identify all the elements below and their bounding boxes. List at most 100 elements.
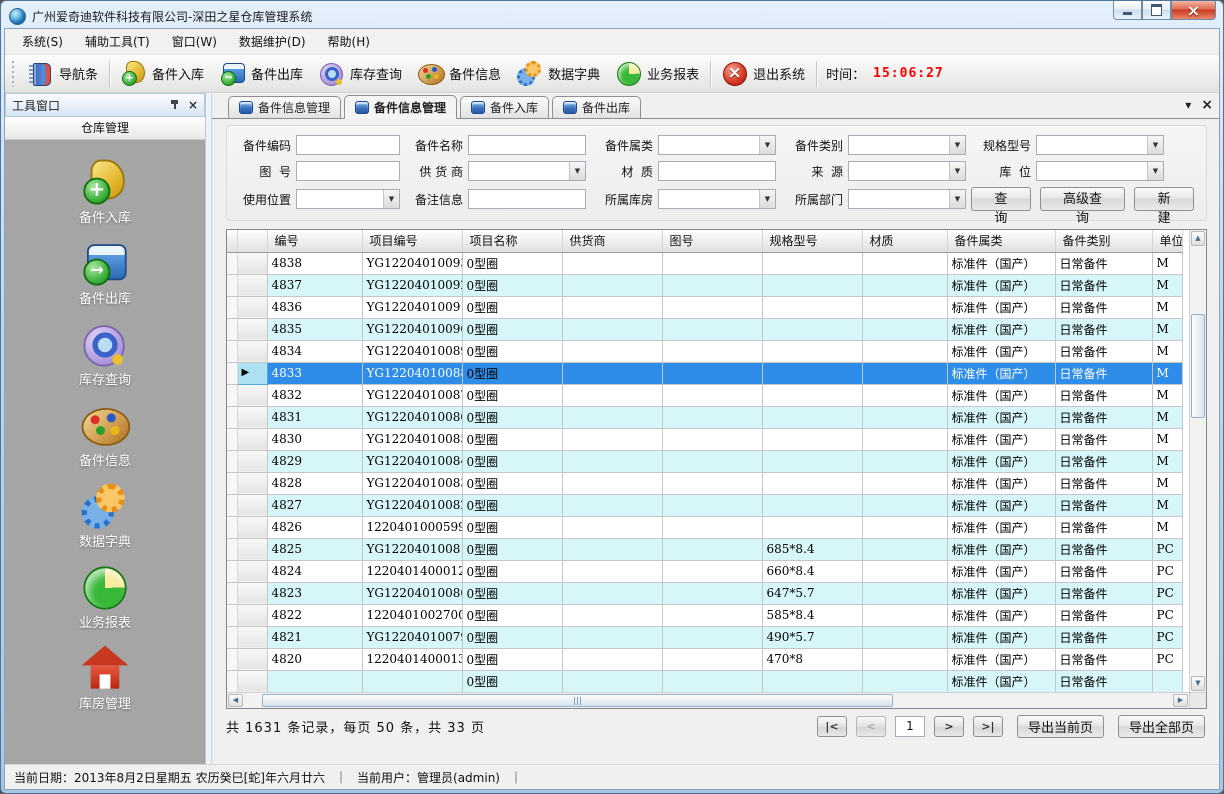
menu-item[interactable]: 辅助工具(T) [74, 29, 161, 54]
table-row[interactable]: 4823YG122040100800型圈647*5.7标准件（国产）日常备件PC [227, 582, 1182, 604]
horizontal-scroll-track[interactable] [244, 694, 1172, 707]
next-page-button[interactable]: > [934, 716, 964, 737]
table-row[interactable]: 4828YG122040100830型圈标准件（国产）日常备件M [227, 472, 1182, 494]
table-row[interactable]: 4827YG122040100820型圈标准件（国产）日常备件M [227, 494, 1182, 516]
tab-item[interactable]: 备件出库 [552, 96, 641, 118]
toolbar-button-navbar[interactable]: 导航条 [20, 58, 106, 90]
column-header[interactable]: 项目编号 [362, 230, 462, 252]
table-row[interactable]: 4835YG122040100900型圈标准件（国产）日常备件M [227, 318, 1182, 340]
field-combo[interactable] [468, 161, 586, 181]
dropdown-arrow-icon[interactable] [949, 190, 965, 208]
sidebar-item-stock-out[interactable]: 备件出库 [45, 241, 165, 307]
export-current-page-button[interactable]: 导出当前页 [1017, 715, 1104, 738]
pin-icon[interactable] [170, 99, 180, 111]
field-combo[interactable] [848, 135, 966, 155]
last-page-button[interactable]: >| [973, 716, 1003, 737]
tab-close-icon[interactable] [1201, 94, 1213, 113]
dropdown-arrow-icon[interactable] [949, 136, 965, 154]
field-input[interactable] [296, 135, 400, 155]
field-input[interactable] [468, 135, 586, 155]
scroll-left-icon[interactable] [228, 694, 243, 707]
dropdown-arrow-icon[interactable] [1147, 136, 1163, 154]
sidebar-item-info[interactable]: 备件信息 [45, 403, 165, 469]
field-input[interactable] [296, 161, 400, 181]
column-header[interactable]: 供货商 [562, 230, 662, 252]
tab-item[interactable]: 备件入库 [460, 96, 549, 118]
tab-active[interactable]: 备件信息管理 [344, 95, 457, 119]
menu-item[interactable]: 帮助(H) [317, 29, 381, 54]
export-all-pages-button[interactable]: 导出全部页 [1118, 715, 1205, 738]
column-header[interactable]: 图号 [662, 230, 762, 252]
dropdown-arrow-icon[interactable] [1147, 162, 1163, 180]
table-row[interactable]: 4838YG122040100930型圈标准件（国产）日常备件M [227, 252, 1182, 274]
table-row[interactable]: 4833YG122040100880型圈标准件（国产）日常备件M [227, 362, 1182, 384]
sidebar-item-dict[interactable]: 数据字典 [45, 484, 165, 550]
column-header[interactable]: 编号 [267, 230, 362, 252]
column-header[interactable]: 项目名称 [462, 230, 562, 252]
menu-item[interactable]: 窗口(W) [161, 29, 228, 54]
vertical-scrollbar[interactable] [1189, 230, 1206, 692]
query-button[interactable]: 查询 [971, 187, 1031, 211]
column-header[interactable]: 单位 [1152, 230, 1182, 252]
toolbar-button-exit[interactable]: 退出系统 [714, 58, 813, 90]
scroll-up-icon[interactable] [1191, 231, 1205, 246]
toolbar-button-info[interactable]: 备件信息 [410, 58, 509, 90]
dropdown-arrow-icon[interactable] [949, 162, 965, 180]
table-row[interactable]: 4837YG122040100920型圈标准件（国产）日常备件M [227, 274, 1182, 296]
dropdown-arrow-icon[interactable] [759, 136, 775, 154]
sidebar-item-query[interactable]: 库存查询 [45, 322, 165, 388]
column-header[interactable]: 材质 [862, 230, 947, 252]
close-button[interactable] [1171, 1, 1216, 20]
field-combo[interactable] [1036, 135, 1164, 155]
field-combo[interactable] [658, 135, 776, 155]
toolbar-grip-icon[interactable] [10, 61, 17, 87]
horizontal-scroll-thumb[interactable] [262, 694, 893, 707]
toolbar-button-stock-out[interactable]: 备件出库 [212, 58, 311, 90]
table-row[interactable]: 482012204014000130型圈470*8标准件（国产）日常备件PC [227, 648, 1182, 670]
table-row[interactable]: 4832YG122040100870型圈标准件（国产）日常备件M [227, 384, 1182, 406]
current-page-box[interactable]: 1 [895, 716, 925, 737]
table-row[interactable]: 4821YG122040100790型圈490*5.7标准件（国产）日常备件PC [227, 626, 1182, 648]
table-row[interactable]: 4825YG122040100810型圈685*8.4标准件（国产）日常备件PC [227, 538, 1182, 560]
table-row[interactable]: 482612204010005990型圈标准件（国产）日常备件M [227, 516, 1182, 538]
minimize-button[interactable] [1113, 1, 1142, 20]
toolbar-button-report[interactable]: 业务报表 [608, 58, 707, 90]
table-row[interactable]: 4836YG122040100910型圈标准件（国产）日常备件M [227, 296, 1182, 318]
dropdown-arrow-icon[interactable] [569, 162, 585, 180]
dropdown-arrow-icon[interactable] [383, 190, 399, 208]
advanced-query-button[interactable]: 高级查询 [1040, 187, 1126, 211]
table-row[interactable]: 4829YG122040100840型圈标准件（国产）日常备件M [227, 450, 1182, 472]
vertical-scroll-track[interactable] [1191, 246, 1205, 676]
scroll-right-icon[interactable] [1173, 694, 1188, 707]
field-combo[interactable] [296, 189, 400, 209]
table-row[interactable]: 4834YG122040100890型圈标准件（国产）日常备件M [227, 340, 1182, 362]
toolbar-button-dict[interactable]: 数据字典 [509, 58, 608, 90]
toolbar-button-stock-in[interactable]: 备件入库 [113, 58, 212, 90]
column-header[interactable]: 备件属类 [947, 230, 1055, 252]
table-row[interactable]: 4830YG122040100850型圈标准件（国产）日常备件M [227, 428, 1182, 450]
toolbar-button-query[interactable]: 库存查询 [311, 58, 410, 90]
table-row[interactable]: 0型圈标准件（国产）日常备件 [227, 670, 1182, 692]
field-combo[interactable] [848, 189, 966, 209]
sidebar-item-house[interactable]: 库房管理 [45, 646, 165, 712]
sidebar-item-report[interactable]: 业务报表 [45, 565, 165, 631]
maximize-button[interactable] [1142, 1, 1171, 20]
horizontal-scrollbar[interactable] [227, 692, 1189, 708]
tab-list-dropdown-icon[interactable] [1185, 94, 1191, 113]
menu-item[interactable]: 系统(S) [11, 29, 74, 54]
table-row[interactable]: 482412204014000120型圈660*8.4标准件（国产）日常备件PC [227, 560, 1182, 582]
table-row[interactable]: 4831YG122040100860型圈标准件（国产）日常备件M [227, 406, 1182, 428]
field-input[interactable] [468, 189, 586, 209]
field-input[interactable] [658, 161, 776, 181]
field-combo[interactable] [848, 161, 966, 181]
field-combo[interactable] [1036, 161, 1164, 181]
table-row[interactable]: 482212204010027000型圈585*8.4标准件（国产）日常备件PC [227, 604, 1182, 626]
dropdown-arrow-icon[interactable] [759, 190, 775, 208]
menu-item[interactable]: 数据维护(D) [228, 29, 317, 54]
scroll-down-icon[interactable] [1191, 676, 1205, 691]
tab-item[interactable]: 备件信息管理 [228, 96, 341, 118]
prev-page-button[interactable]: < [856, 716, 886, 737]
field-combo[interactable] [658, 189, 776, 209]
column-header[interactable]: 备件类别 [1055, 230, 1152, 252]
vertical-scroll-thumb[interactable] [1191, 314, 1205, 418]
